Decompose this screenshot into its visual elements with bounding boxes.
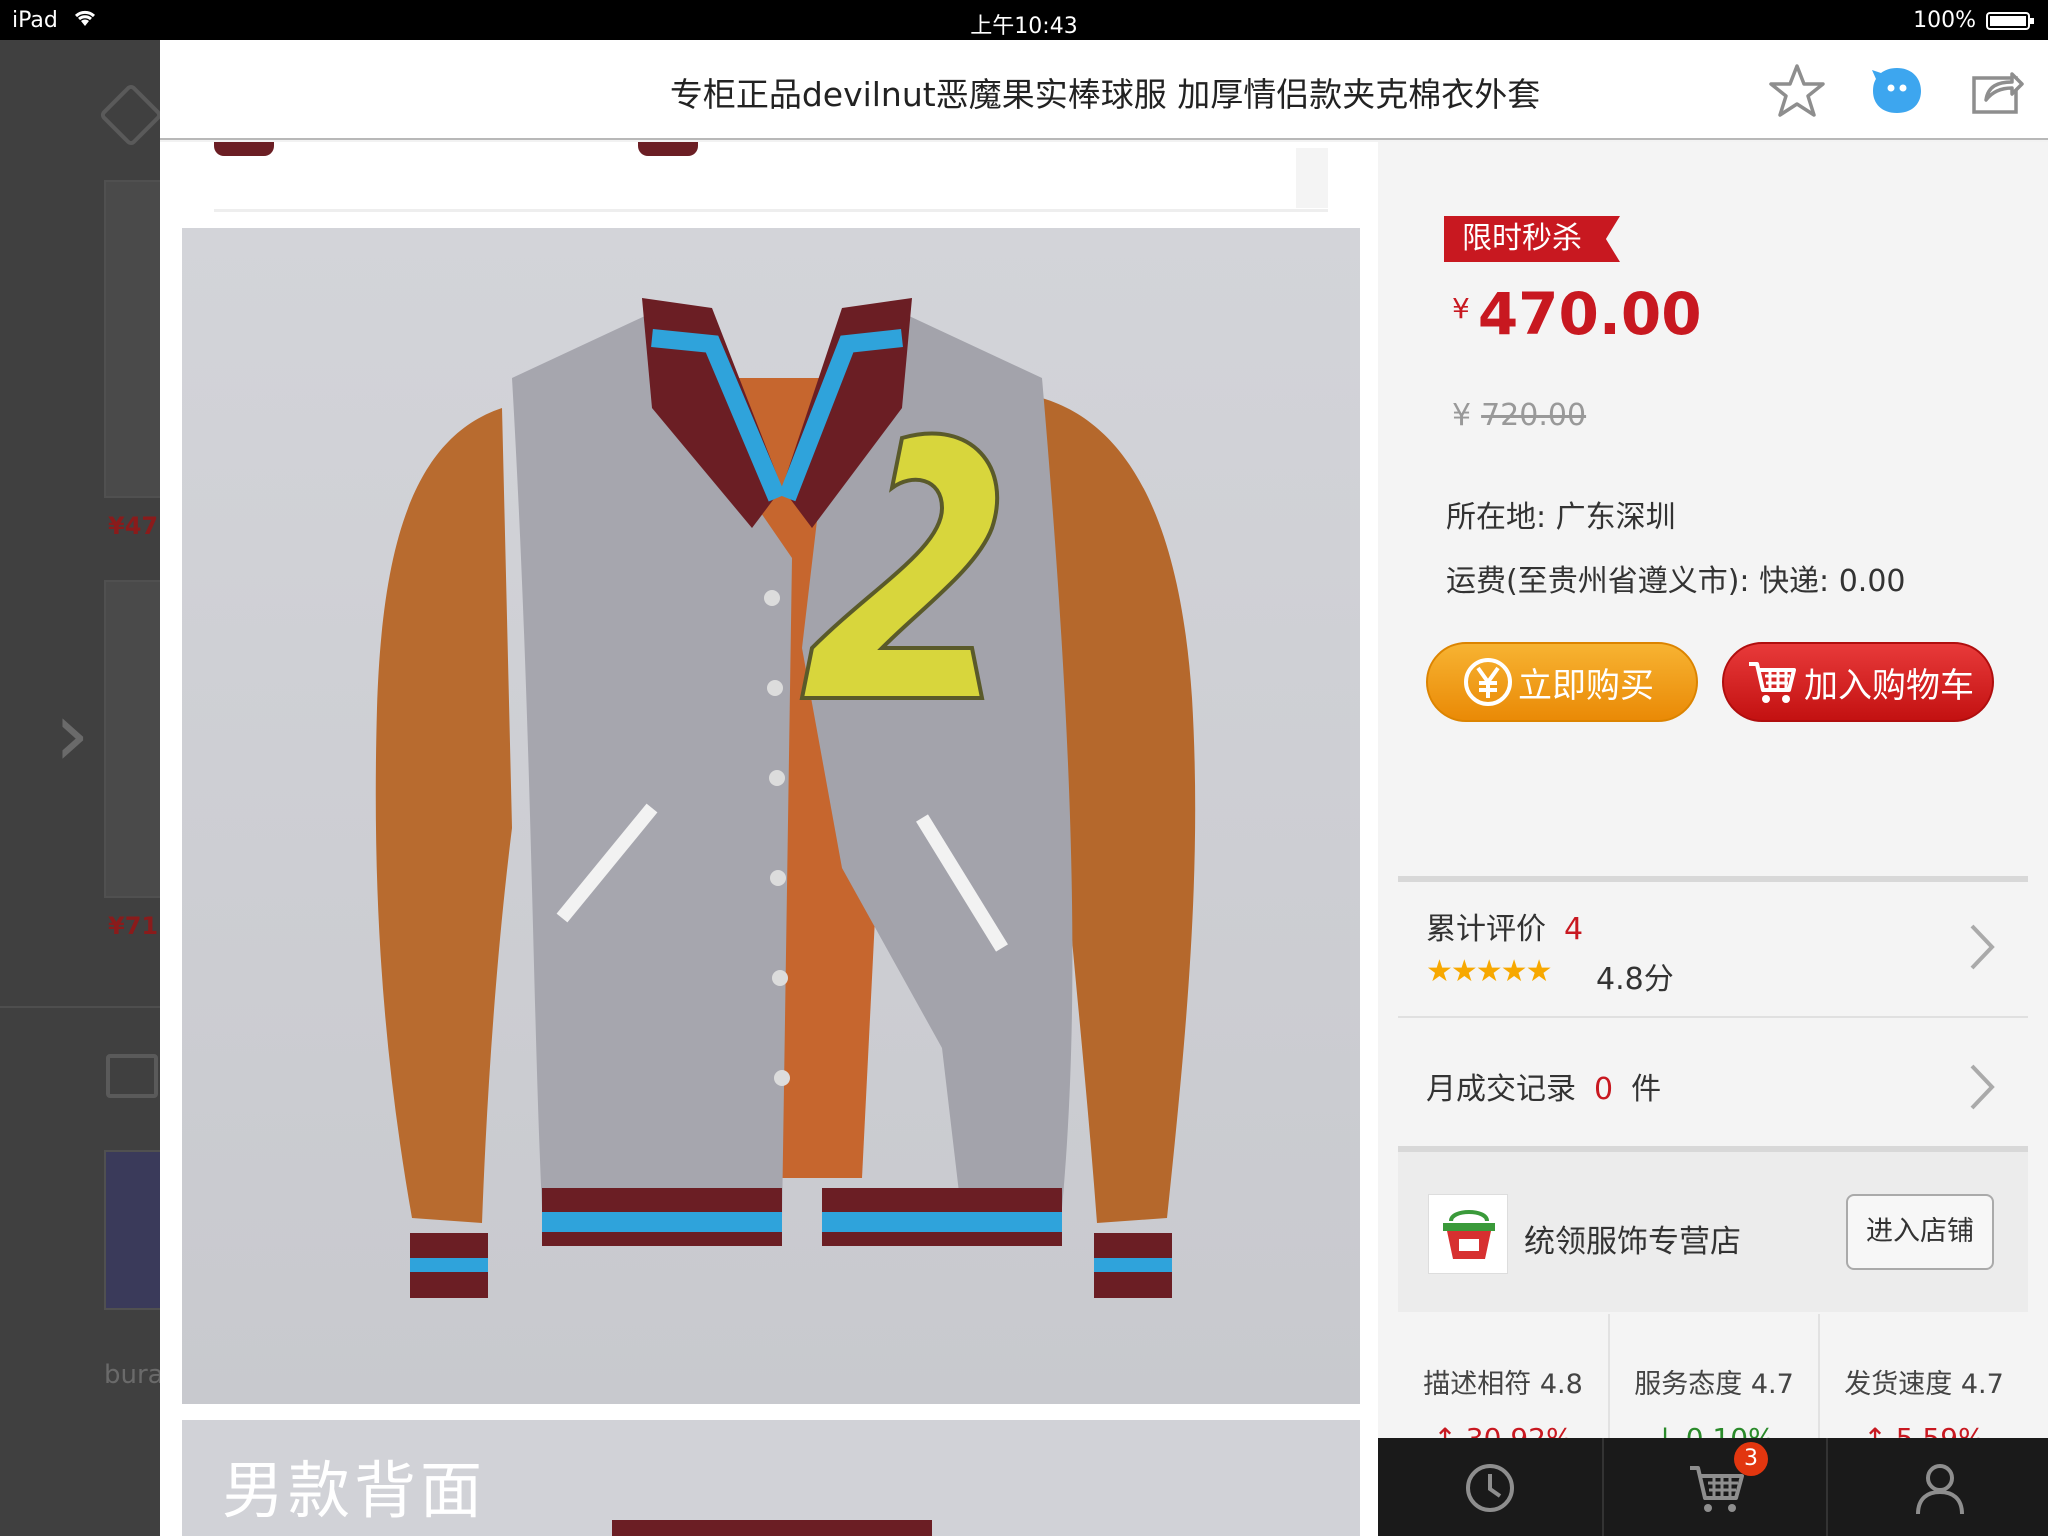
monthly-sales-unit: 件 xyxy=(1631,1072,1662,1107)
history-clock-icon xyxy=(1466,1464,1514,1512)
current-price: ¥470.00 xyxy=(1452,280,1702,348)
share-icon[interactable] xyxy=(1968,62,2026,120)
star-icon[interactable] xyxy=(1768,62,1826,120)
add-to-cart-label: 加入购物车 xyxy=(1804,665,1974,706)
buy-now-button[interactable]: 立即购买 xyxy=(1426,642,1698,722)
original-price-amount: 720.00 xyxy=(1481,398,1587,433)
product-info-panel: 限时秒杀 ¥470.00 ¥720.00 所在地: 广东深圳 运费(至贵州省遵义… xyxy=(1378,142,2048,1536)
battery-icon xyxy=(1986,12,2034,30)
nav-history[interactable] xyxy=(1378,1438,1602,1536)
product-gallery[interactable]: 男款背面 xyxy=(160,142,1378,1536)
price-amount: 470.00 xyxy=(1477,280,1702,348)
promo-tag: 限时秒杀 xyxy=(1444,216,1620,262)
thumbnail[interactable] xyxy=(214,142,274,156)
thumbnail[interactable] xyxy=(638,142,698,156)
shop-name: 统领服饰专营店 xyxy=(1524,1224,1741,1260)
background-divider xyxy=(0,1006,160,1008)
monthly-sales-count: 0 xyxy=(1594,1072,1614,1107)
currency-symbol: ¥ xyxy=(1452,398,1472,433)
shopping-basket-icon xyxy=(1443,1210,1495,1259)
chevron-right-icon xyxy=(1970,924,1995,970)
modal-header: 专柜正品devilnut恶魔果实棒球服 加厚情侣款夹克棉衣外套 xyxy=(160,40,2048,140)
rating-label: 描述相符 4.8 xyxy=(1423,1369,1583,1400)
buy-now-label: 立即购买 xyxy=(1518,665,1654,706)
bottom-navigation: 3 xyxy=(1378,1438,2048,1536)
shipping-row: 运费(至贵州省遵义市): 快递: 0.00 xyxy=(1446,556,1906,600)
rating-label: 发货速度 4.7 xyxy=(1844,1369,2004,1400)
jacket-illustration xyxy=(375,298,1196,1298)
status-time: 上午10:43 xyxy=(970,14,1078,39)
background-product-card xyxy=(104,180,164,498)
reviews-label-row: 累计评价 4 xyxy=(1426,904,1601,948)
location-row: 所在地: 广东深圳 xyxy=(1446,492,1676,536)
rating-stars: ★★★★★ xyxy=(1426,954,1552,989)
shipping-label: 运费(至贵州省遵义市): xyxy=(1446,564,1750,599)
scroll-handle[interactable] xyxy=(1296,148,1328,208)
status-bar: iPad 上午10:43 100% xyxy=(0,0,2048,40)
yen-coin-icon xyxy=(1464,658,1512,706)
product-detail-modal: 专柜正品devilnut恶魔果实棒球服 加厚情侣款夹克棉衣外套 男款背面 限时秒… xyxy=(160,40,2048,1536)
rating-score: 4.8分 xyxy=(1596,962,1674,997)
nav-cart[interactable]: 3 xyxy=(1602,1438,1826,1536)
enter-shop-button[interactable]: 进入店铺 xyxy=(1846,1194,1994,1270)
nav-profile[interactable] xyxy=(1826,1438,2048,1536)
background-product-card xyxy=(104,1150,164,1310)
image-caption: 男款背面 xyxy=(222,1454,487,1527)
currency-symbol: ¥ xyxy=(1452,292,1470,325)
rating-label: 服务态度 4.7 xyxy=(1634,1369,1794,1400)
thumbnail-strip[interactable] xyxy=(214,142,1328,212)
battery-percentage: 100% xyxy=(1913,8,1976,33)
location-value: 广东深圳 xyxy=(1555,500,1676,535)
row-divider xyxy=(1398,1016,2028,1018)
shopping-cart-icon xyxy=(1749,662,1796,703)
reviews-label: 累计评价 xyxy=(1426,912,1546,947)
monthly-sales-label-row: 月成交记录 0 件 xyxy=(1426,1064,1661,1108)
shop-panel: 统领服饰专营店 进入店铺 xyxy=(1398,1152,2028,1312)
location-label: 所在地: xyxy=(1446,500,1547,535)
chevron-right-icon xyxy=(1970,1064,1995,1110)
reviews-count: 4 xyxy=(1564,912,1584,947)
background-product-card xyxy=(104,580,164,898)
cart-badge: 3 xyxy=(1734,1442,1768,1476)
background-price: ¥71 xyxy=(108,912,159,940)
section-divider xyxy=(1398,876,2028,882)
shop-icon xyxy=(106,1054,158,1098)
user-profile-icon xyxy=(1916,1464,1964,1515)
original-price: ¥720.00 xyxy=(1452,398,1586,433)
add-to-cart-button[interactable]: 加入购物车 xyxy=(1722,642,1994,722)
page-title: 专柜正品devilnut恶魔果实棒球服 加厚情侣款夹克棉衣外套 xyxy=(669,75,1541,114)
background-text: bura xyxy=(104,1360,164,1390)
shop-logo xyxy=(1428,1194,1508,1274)
shipping-value: 快递: 0.00 xyxy=(1759,564,1906,599)
chat-bubble-icon[interactable] xyxy=(1868,62,1926,120)
monthly-sales-label: 月成交记录 xyxy=(1426,1072,1576,1107)
chevron-left-icon[interactable]: › xyxy=(54,690,90,780)
product-image-back[interactable]: 男款背面 xyxy=(182,1420,1360,1536)
product-image[interactable] xyxy=(182,228,1360,1404)
background-price: ¥47 xyxy=(108,512,159,540)
